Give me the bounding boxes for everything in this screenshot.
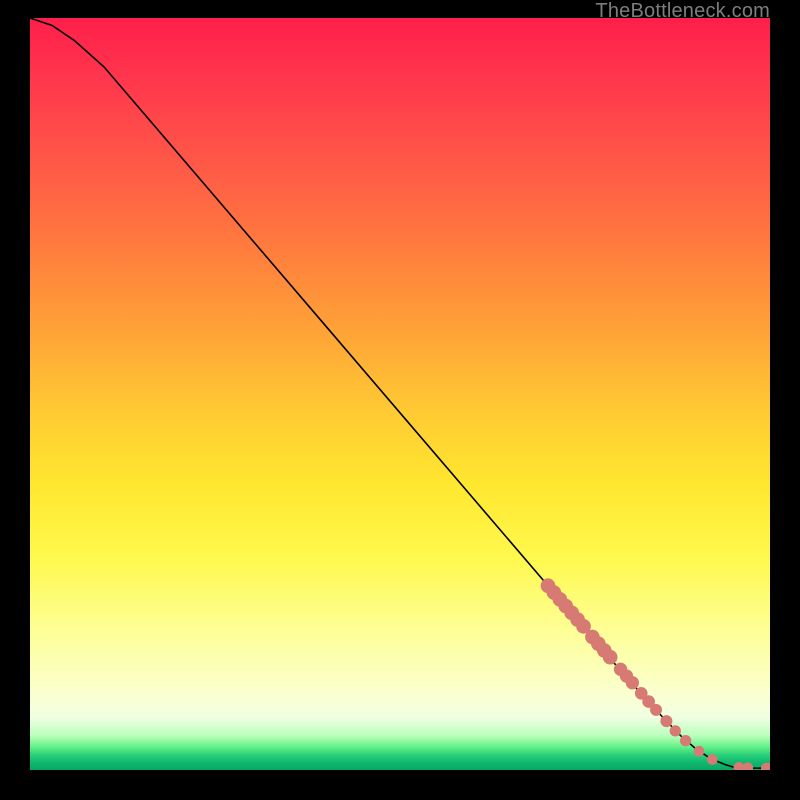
curve-marker xyxy=(742,762,753,770)
curve-marker xyxy=(694,746,705,757)
curve-marker xyxy=(680,735,691,746)
curve-marker xyxy=(603,650,618,665)
attribution-label: TheBottleneck.com xyxy=(595,0,770,23)
curve-markers xyxy=(541,578,770,770)
chart-stage: TheBottleneck.com xyxy=(0,0,800,800)
plot-area xyxy=(30,18,770,770)
chart-svg xyxy=(30,18,770,770)
curve-marker xyxy=(626,676,639,689)
curve-marker xyxy=(707,754,718,765)
curve-marker xyxy=(660,715,672,727)
curve-marker xyxy=(670,725,681,736)
curve-marker xyxy=(650,704,662,716)
curve-line xyxy=(30,18,770,768)
